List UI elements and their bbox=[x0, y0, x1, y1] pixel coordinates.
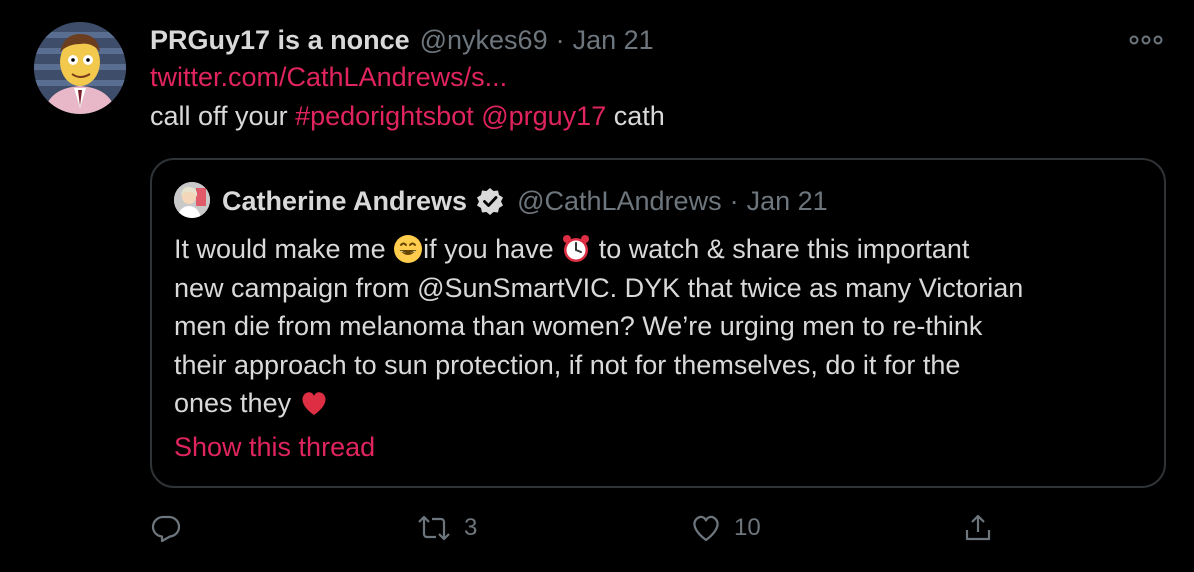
tweet-actions: 3 10 bbox=[150, 508, 1000, 548]
share-icon bbox=[965, 514, 991, 541]
more-button[interactable] bbox=[1128, 28, 1164, 52]
tweet-text-prefix: call off your bbox=[150, 101, 296, 131]
author-avatar[interactable] bbox=[34, 22, 126, 114]
grinning-face-emoji-icon bbox=[393, 234, 423, 264]
author-name[interactable]: PRGuy17 is a nonce bbox=[150, 25, 410, 56]
retweet-icon bbox=[418, 515, 450, 541]
quoted-author-handle[interactable]: @CathLAndrews bbox=[517, 186, 722, 217]
like-count: 10 bbox=[734, 514, 761, 541]
red-heart-emoji-icon bbox=[299, 388, 329, 418]
tweet[interactable]: PRGuy17 is a nonce @nykes69 · Jan 21 twi… bbox=[0, 0, 1194, 572]
quoted-text-line-5: ones they bbox=[174, 384, 1154, 423]
show-thread-link[interactable]: Show this thread bbox=[174, 432, 375, 463]
quoted-tweet[interactable]: Catherine Andrews @CathLAndrews · Jan 21… bbox=[150, 158, 1166, 488]
profile-photo-icon bbox=[174, 182, 210, 218]
text-segment: ones they bbox=[174, 388, 299, 418]
quoted-tweet-text: It would make me if you have to watch & … bbox=[174, 230, 1154, 423]
quoted-author-avatar[interactable] bbox=[174, 182, 210, 218]
tweet-header: PRGuy17 is a nonce @nykes69 · Jan 21 bbox=[150, 22, 654, 58]
text-segment: It would make me bbox=[174, 234, 394, 264]
quoted-text-line-2: new campaign from @SunSmartVIC. DYK that… bbox=[174, 272, 1024, 303]
reply-icon bbox=[151, 515, 181, 543]
tweet-text: call off your #pedorightsbot @prguy17 ca… bbox=[150, 101, 665, 132]
quoted-text-line-1: It would make me if you have to watch & … bbox=[174, 230, 1154, 269]
cartoon-avatar-icon bbox=[34, 22, 126, 114]
tweet-date[interactable]: Jan 21 bbox=[573, 25, 654, 56]
quoted-text-line-4: their approach to sun protection, if not… bbox=[174, 349, 961, 380]
more-icon bbox=[1129, 35, 1163, 45]
tweet-link[interactable]: twitter.com/CathLAndrews/s... bbox=[150, 62, 507, 93]
alarm-clock-emoji-icon bbox=[561, 234, 591, 264]
quoted-tweet-date[interactable]: Jan 21 bbox=[747, 186, 828, 217]
tweet-text-suffix: cath bbox=[606, 101, 665, 131]
text-segment: to watch & share this important bbox=[591, 234, 970, 264]
share-button[interactable] bbox=[962, 508, 994, 548]
quoted-author-name[interactable]: Catherine Andrews bbox=[222, 186, 467, 217]
separator-dot: · bbox=[555, 24, 565, 55]
retweet-count: 3 bbox=[464, 514, 478, 541]
reply-button[interactable] bbox=[150, 508, 194, 548]
quoted-text-line-3: men die from melanoma than women? We’re … bbox=[174, 311, 983, 341]
mention-link[interactable]: @prguy17 bbox=[481, 101, 606, 131]
heart-icon bbox=[693, 515, 719, 542]
author-handle[interactable]: @nykes69 bbox=[420, 25, 548, 56]
hashtag-link[interactable]: #pedorightsbot bbox=[295, 101, 474, 131]
quoted-tweet-header: Catherine Andrews @CathLAndrews · Jan 21 bbox=[222, 182, 828, 220]
retweet-button[interactable]: 3 bbox=[416, 508, 477, 548]
text-segment: if you have bbox=[423, 234, 562, 264]
separator-dot: · bbox=[729, 185, 739, 216]
verified-badge-icon bbox=[475, 186, 505, 216]
like-button[interactable]: 10 bbox=[690, 508, 761, 548]
